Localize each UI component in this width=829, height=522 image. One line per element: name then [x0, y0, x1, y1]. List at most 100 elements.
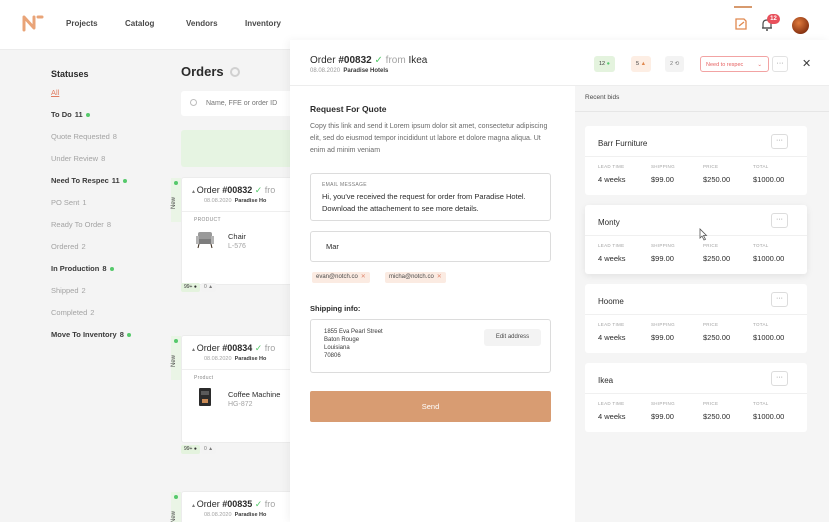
status-item[interactable]: Move To Inventory 8 [51, 330, 131, 339]
address-line: Louisiana [324, 345, 350, 351]
nav-catalog[interactable]: Catalog [125, 19, 154, 28]
quote-edit-icon[interactable] [733, 16, 749, 32]
bid-more-button[interactable]: ··· [771, 213, 788, 228]
status-select[interactable]: Need to respec ⌄ [700, 56, 769, 72]
modal-title: Order #00832 ✓ from Ikea [310, 55, 428, 66]
bid-lead-value: 4 weeks [598, 254, 626, 263]
orders-search[interactable] [181, 91, 290, 116]
status-all[interactable]: All [51, 88, 59, 97]
order-card-title: ▴ Order #00835 ✓ fro [192, 499, 276, 509]
close-icon[interactable]: ✕ [802, 56, 811, 72]
nav-inventory[interactable]: Inventory [245, 19, 281, 28]
bid-column-label: LEAD TIME [598, 164, 625, 169]
status-item[interactable]: Ordered 2 [51, 242, 86, 251]
status-item[interactable]: Under Review 8 [51, 154, 105, 163]
bid-column-label: PRICE [703, 164, 719, 169]
email-message-text[interactable]: Hi, you've received the request for orde… [322, 191, 547, 215]
status-item[interactable]: Need To Respec 11 [51, 176, 127, 185]
status-item[interactable]: Quote Requested 8 [51, 132, 117, 141]
status-item[interactable]: Shipped 2 [51, 286, 86, 295]
order-detail-panel: Order #00832 ✓ from Ikea 08.08.2020 Para… [290, 40, 829, 522]
new-strip: New [171, 492, 181, 522]
more-options-button[interactable]: ··· [772, 56, 788, 72]
bid-lead-value: 4 weeks [598, 175, 626, 184]
recipient-chip[interactable]: evan@notch.co ✕ [312, 272, 370, 283]
order-card-00835[interactable]: New ▴ Order #00835 ✓ fro 08.08.2020 Para… [171, 491, 290, 522]
rfq-title: Request For Quote [310, 104, 387, 114]
rfq-description: Copy this link and send it Lorem ipsum d… [310, 123, 548, 154]
product-label: PRODUCT [194, 217, 221, 223]
order-card-00834[interactable]: New ▴ Order #00834 ✓ fro 08.08.2020 Para… [171, 335, 290, 443]
status-item[interactable]: Completed 2 [51, 308, 94, 317]
message-count-badge: 99+ ● [181, 445, 200, 454]
search-input[interactable] [206, 97, 290, 110]
highlight-band [181, 130, 290, 167]
status-item[interactable]: In Production 8 [51, 264, 114, 273]
recipient-input[interactable] [310, 231, 551, 262]
bid-more-button[interactable]: ··· [771, 134, 788, 149]
status-count: 8 [112, 132, 117, 141]
status-label: PO Sent [51, 198, 80, 207]
statuses-title: Statuses [51, 69, 89, 79]
product-label: Product [194, 375, 214, 381]
bid-price-value: $250.00 [703, 333, 731, 342]
status-count: 11 [111, 176, 120, 185]
status-dot-icon [85, 113, 90, 118]
mouse-cursor-icon [699, 228, 708, 241]
history-chip[interactable]: 2 ⟲ [665, 56, 685, 72]
status-label: In Production [51, 264, 100, 273]
send-button[interactable]: Send [310, 391, 551, 422]
status-item[interactable]: To Do 11 [51, 110, 90, 119]
email-message-label: EMAIL MESSAGE [322, 182, 367, 188]
bid-more-button[interactable]: ··· [771, 292, 788, 307]
nav-projects[interactable]: Projects [66, 19, 98, 28]
order-card-00832[interactable]: New ▴ Order #00832 ✓ fro 08.08.2020 Para… [171, 177, 290, 285]
bid-column-label: PRICE [703, 243, 719, 248]
messages-chip[interactable]: 12 ● [594, 56, 615, 72]
status-item[interactable]: PO Sent 1 [51, 198, 87, 207]
status-count: 2 [81, 286, 86, 295]
status-count: 8 [119, 330, 124, 339]
bid-column-label: PRICE [703, 401, 719, 406]
new-strip: New [171, 178, 181, 222]
remove-icon: ✕ [436, 274, 442, 280]
email-message-box[interactable]: EMAIL MESSAGE Hi, you've received the re… [310, 173, 551, 221]
product-code: L-576 [228, 243, 246, 250]
settings-gear-icon[interactable] [230, 67, 240, 77]
remove-icon: ✕ [360, 274, 366, 280]
bid-column-label: TOTAL [753, 164, 769, 169]
bid-total-value: $1000.00 [753, 333, 785, 342]
edit-address-button[interactable]: Edit address [484, 329, 541, 346]
bid-column-label: TOTAL [753, 401, 769, 406]
nav-active-indicator [734, 6, 752, 8]
bid-count-badge: 0 ▲ [201, 283, 217, 292]
bid-column-label: TOTAL [753, 322, 769, 327]
notch-logo-icon[interactable] [22, 14, 44, 32]
bid-card[interactable]: Barr Furniture ··· LEAD TIME 4 weeks SHIPPIN… [585, 126, 807, 195]
nav-vendors[interactable]: Vendors [186, 19, 218, 28]
address-line: 70806 [324, 353, 341, 359]
bid-card[interactable]: Monty ··· LEAD TIME 4 weeks SHIPPING $99.00 PR… [585, 205, 807, 274]
address-line: 1855 Eva Pearl Street [324, 329, 383, 335]
bid-lead-value: 4 weeks [598, 333, 626, 342]
bid-vendor-name: Monty [598, 218, 620, 227]
bid-card[interactable]: Ikea ··· LEAD TIME 4 weeks SHIPPING $99.00 PRI… [585, 363, 807, 432]
recipient-chip[interactable]: micha@notch.co ✕ [385, 272, 446, 283]
bid-shipping-value: $99.00 [651, 412, 674, 421]
bid-price-value: $250.00 [703, 254, 731, 263]
bid-column-label: PRICE [703, 322, 719, 327]
status-dot-icon [109, 267, 114, 272]
statuses-sidebar: Statuses All To Do 11 Quote Requested 8 Unde… [0, 50, 170, 522]
bid-more-button[interactable]: ··· [771, 371, 788, 386]
status-item[interactable]: Ready To Order 8 [51, 220, 111, 229]
product-code: HG-872 [228, 401, 253, 408]
avatar[interactable] [792, 17, 809, 34]
modal-subtitle: 08.08.2020 Paradise Hotels [310, 68, 389, 74]
orders-chip[interactable]: 5 ▲ [631, 56, 652, 72]
status-label: Under Review [51, 154, 99, 163]
bid-vendor-name: Hoome [598, 297, 624, 306]
bid-column-label: SHIPPING [651, 243, 675, 248]
bid-card[interactable]: Hoome ··· LEAD TIME 4 weeks SHIPPING $99.00 PR… [585, 284, 807, 353]
bid-price-value: $250.00 [703, 412, 731, 421]
bid-column-label: LEAD TIME [598, 243, 625, 248]
